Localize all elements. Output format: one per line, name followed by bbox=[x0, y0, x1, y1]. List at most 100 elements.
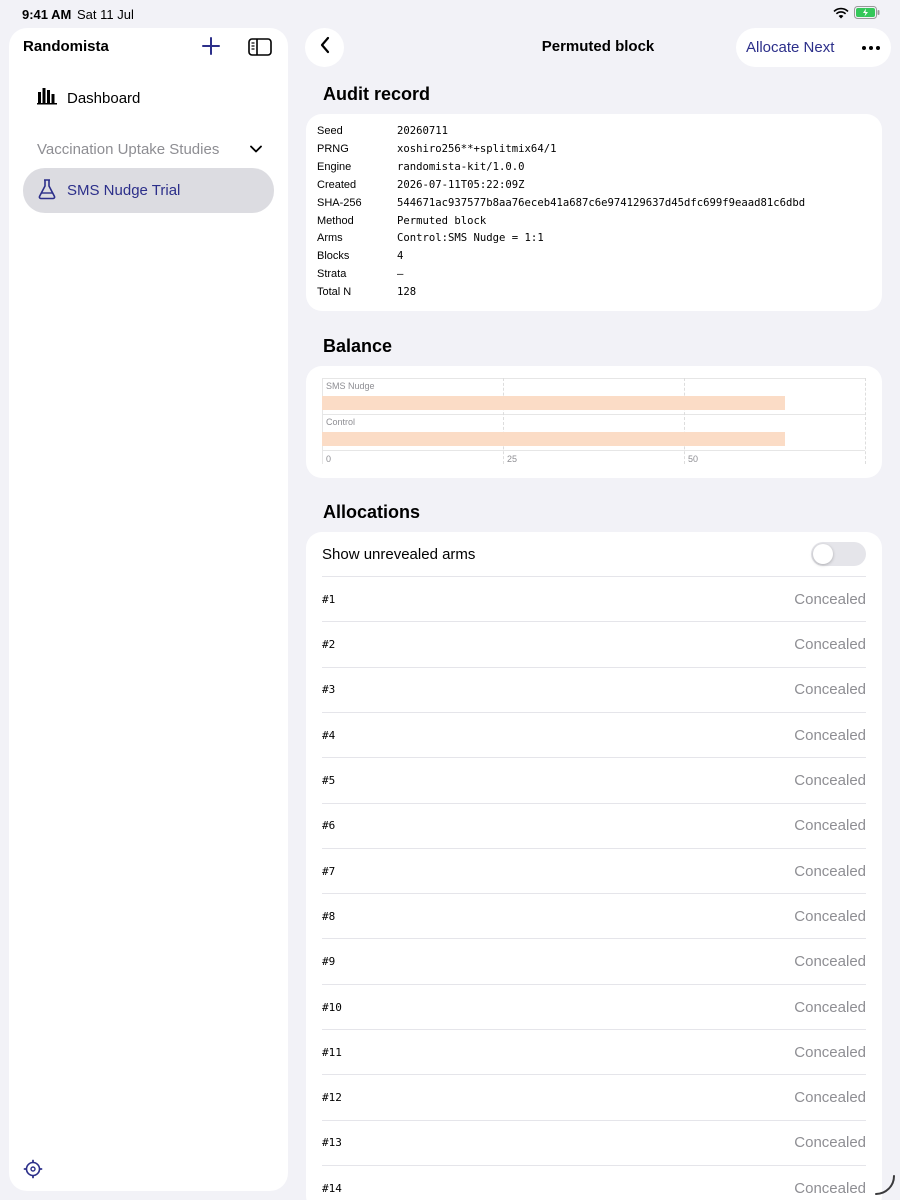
show-unrevealed-label: Show unrevealed arms bbox=[322, 545, 476, 563]
show-unrevealed-row: Show unrevealed arms bbox=[322, 532, 866, 577]
audit-key: Engine bbox=[317, 160, 352, 173]
chevron-left-icon bbox=[319, 36, 331, 59]
allocation-row[interactable]: #10 Concealed bbox=[322, 985, 866, 1030]
plus-icon[interactable] bbox=[200, 35, 222, 57]
allocation-status: Concealed bbox=[794, 726, 866, 744]
allocation-status: Concealed bbox=[794, 590, 866, 608]
bar-control bbox=[322, 432, 786, 446]
allocation-status: Concealed bbox=[794, 1089, 866, 1107]
bar-category-label: Control bbox=[326, 417, 356, 427]
allocation-row[interactable]: #2 Concealed bbox=[322, 623, 866, 668]
audit-row: Created 2026-07-11T05:22:09Z bbox=[317, 179, 525, 197]
x-tick-label: 50 bbox=[688, 454, 699, 464]
allocation-row[interactable]: #1 Concealed bbox=[322, 577, 866, 623]
allocation-id: #1 bbox=[322, 592, 336, 606]
audit-key: Seed bbox=[317, 125, 343, 137]
allocation-id: #10 bbox=[322, 1000, 342, 1014]
allocation-id: #2 bbox=[322, 638, 336, 652]
bar-sms-nudge bbox=[322, 396, 786, 410]
allocation-id: #11 bbox=[322, 1045, 342, 1059]
allocation-status: Concealed bbox=[794, 953, 866, 971]
audit-row: Seed 20260711 bbox=[317, 125, 448, 143]
sidebar-item-dashboard[interactable]: Dashboard bbox=[23, 78, 273, 118]
sidebar: Randomista Dashboard Vaccination Uptake … bbox=[9, 28, 288, 1191]
bar-category-label: SMS Nudge bbox=[326, 381, 375, 391]
sidebar-toggle-icon[interactable] bbox=[248, 37, 272, 57]
show-unrevealed-toggle[interactable] bbox=[811, 542, 866, 566]
sidebar-item-sms-nudge-trial[interactable]: SMS Nudge Trial bbox=[23, 168, 274, 213]
allocation-row[interactable]: #12 Concealed bbox=[322, 1076, 866, 1121]
allocations-card: Show unrevealed arms #1 Concealed #2 Concea… bbox=[306, 532, 882, 1200]
chart-gridline bbox=[684, 378, 685, 464]
allocation-id: #7 bbox=[322, 864, 336, 878]
allocation-status: Concealed bbox=[794, 998, 866, 1016]
audit-section-title: Audit record bbox=[323, 84, 431, 104]
allocation-row[interactable]: #13 Concealed bbox=[322, 1121, 866, 1166]
allocation-row[interactable]: #6 Concealed bbox=[322, 804, 866, 849]
allocation-status: Concealed bbox=[794, 817, 866, 835]
allocation-row[interactable]: #7 Concealed bbox=[322, 849, 866, 895]
audit-row: Total N 128 bbox=[317, 286, 416, 304]
allocation-status: Concealed bbox=[794, 681, 866, 699]
audit-value: xoshiro256**+splitmix64/1 bbox=[397, 142, 557, 155]
audit-value: 128 bbox=[397, 286, 417, 299]
status-indicators bbox=[833, 6, 880, 22]
allocation-status: Concealed bbox=[794, 907, 866, 925]
allocations-section-title: Allocations bbox=[323, 502, 421, 522]
balance-chart-card: 0 25 50 SMS Nudge Control bbox=[306, 366, 882, 478]
allocation-row[interactable]: #5 Concealed bbox=[322, 759, 866, 804]
allocation-id: #3 bbox=[322, 683, 336, 697]
audit-row: Arms Control:SMS Nudge = 1:1 bbox=[317, 232, 544, 250]
audit-row: PRNG xoshiro256**+splitmix64/1 bbox=[317, 143, 556, 161]
chart-gridline bbox=[322, 450, 865, 451]
status-date: Sat 11 Jul bbox=[77, 7, 134, 22]
battery-charging-icon bbox=[854, 6, 880, 22]
allocation-status: Concealed bbox=[794, 862, 866, 880]
audit-key: Total N bbox=[317, 286, 352, 299]
audit-value: 2026-07-11T05:22:09Z bbox=[397, 178, 525, 191]
allocate-next-button[interactable]: Allocate Next bbox=[746, 39, 834, 56]
allocation-id: #4 bbox=[322, 728, 336, 742]
gear-icon[interactable] bbox=[23, 1159, 43, 1179]
chart-gridline bbox=[322, 414, 865, 415]
audit-key: Blocks bbox=[317, 250, 350, 263]
allocation-row[interactable]: #11 Concealed bbox=[322, 1030, 866, 1076]
sidebar-item-label: Dashboard bbox=[67, 89, 141, 107]
audit-record-card: Seed 20260711 PRNG xoshiro256**+splitmix64/… bbox=[306, 114, 882, 311]
allocation-row[interactable]: #9 Concealed bbox=[322, 940, 866, 985]
toggle-knob bbox=[813, 544, 833, 564]
back-button[interactable] bbox=[305, 28, 344, 67]
allocation-row[interactable]: #14 Concealed bbox=[322, 1166, 866, 1200]
resize-handle-icon bbox=[872, 1172, 898, 1198]
audit-value: 544671ac937577b8aa76eceb41a687c6e9741296… bbox=[397, 196, 806, 209]
audit-key: SHA-256 bbox=[317, 196, 362, 209]
audit-key: PRNG bbox=[317, 142, 349, 155]
x-tick-label: 0 bbox=[326, 454, 332, 464]
allocation-row[interactable]: #3 Concealed bbox=[322, 668, 866, 713]
header-actions: Allocate Next bbox=[736, 28, 891, 67]
chart-gridline bbox=[865, 378, 866, 464]
audit-key: Strata bbox=[317, 268, 347, 281]
allocation-id: #5 bbox=[322, 774, 336, 787]
status-time: 9:41 AM bbox=[22, 7, 72, 22]
allocation-id: #8 bbox=[322, 909, 336, 923]
chevron-down-icon[interactable] bbox=[249, 141, 263, 158]
audit-value: Permuted block bbox=[397, 214, 487, 227]
audit-row: Strata — bbox=[317, 268, 403, 286]
allocation-id: #14 bbox=[322, 1181, 342, 1195]
balance-chart: 0 25 50 SMS Nudge Control bbox=[322, 378, 866, 464]
allocation-id: #13 bbox=[322, 1136, 342, 1150]
sidebar-group-vaccination[interactable]: Vaccination Uptake Studies bbox=[23, 132, 273, 166]
audit-row: Method Permuted block bbox=[317, 215, 486, 233]
sidebar-group-label: Vaccination Uptake Studies bbox=[37, 140, 220, 158]
audit-value: 20260711 bbox=[397, 125, 449, 137]
allocation-id: #12 bbox=[322, 1091, 342, 1105]
audit-row: Blocks 4 bbox=[317, 250, 403, 268]
allocation-status: Concealed bbox=[794, 772, 866, 789]
audit-value: — bbox=[397, 268, 404, 281]
audit-key: Arms bbox=[317, 232, 343, 245]
allocation-row[interactable]: #4 Concealed bbox=[322, 713, 866, 759]
audit-row: SHA-256 544671ac937577b8aa76eceb41a687c6e… bbox=[317, 197, 805, 215]
allocation-row[interactable]: #8 Concealed bbox=[322, 894, 866, 940]
ellipsis-icon[interactable] bbox=[859, 36, 883, 60]
